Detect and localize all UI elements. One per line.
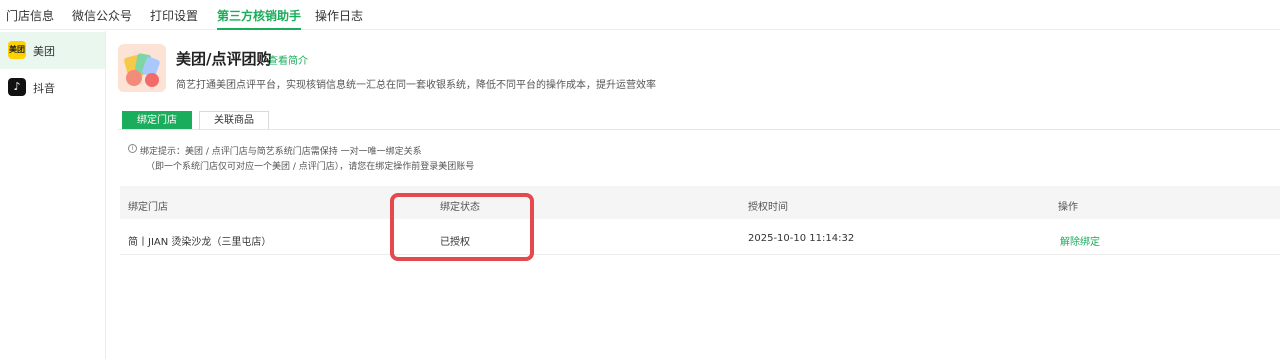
cell-auth-time: 2025-10-10 11:14:32 [748,233,855,244]
info-icon: i [128,144,137,153]
tab-operation-log[interactable]: 操作日志 [315,7,363,24]
platform-sidebar: 美团 美团 ♪ 抖音 [0,31,106,359]
column-header-action: 操作 [1058,202,1078,213]
row-divider [120,254,1280,255]
cell-binding-status: 已授权 [440,237,470,248]
tab-wechat-official-account[interactable]: 微信公众号 [72,7,132,24]
group-buying-logo-icon [118,44,166,92]
meituan-icon: 美团 [8,41,26,59]
sidebar-item-label: 美团 [33,45,55,58]
sidebar-item-label: 抖音 [33,82,55,95]
column-header-status: 绑定状态 [440,202,480,213]
sidebar-item-meituan[interactable]: 美团 美团 [0,32,105,69]
binding-hint-line1: 绑定提示：美团 / 点评门店与简艺系统门店需保持 一对一唯一绑定关系 [140,147,422,157]
binding-hint-line2: （即一个系统门店仅可对应一个美团 / 点评门店），请您在绑定操作前登录美团账号 [146,162,475,172]
tab-third-party-verification[interactable]: 第三方核销助手 [217,7,301,24]
douyin-icon: ♪ [8,78,26,96]
active-tab-indicator [217,28,301,30]
view-intro-link[interactable]: 查看简介 [268,52,308,67]
page-description: 简艺打通美团点评平台，实现核销信息统一汇总在同一套收银系统，降低不同平台的操作成… [176,80,656,91]
tab-linked-products[interactable]: 关联商品 [199,111,269,130]
tab-bind-store[interactable]: 绑定门店 [122,111,192,130]
tab-store-info[interactable]: 门店信息 [6,7,54,24]
unbind-button[interactable]: 解除绑定 [1060,233,1100,248]
sub-tab-divider [118,129,1280,130]
page-title: 美团/点评团购 [176,50,272,68]
tab-print-settings[interactable]: 打印设置 [150,7,198,24]
cell-store-name: 简丨JIAN 烫染沙龙（三里屯店） [128,237,272,248]
column-header-store: 绑定门店 [128,202,168,213]
column-header-auth-time: 授权时间 [748,202,788,213]
top-tab-bar: 门店信息 微信公众号 打印设置 第三方核销助手 操作日志 [0,0,1280,30]
sidebar-item-douyin[interactable]: ♪ 抖音 [0,69,105,106]
table-header [120,186,1280,219]
